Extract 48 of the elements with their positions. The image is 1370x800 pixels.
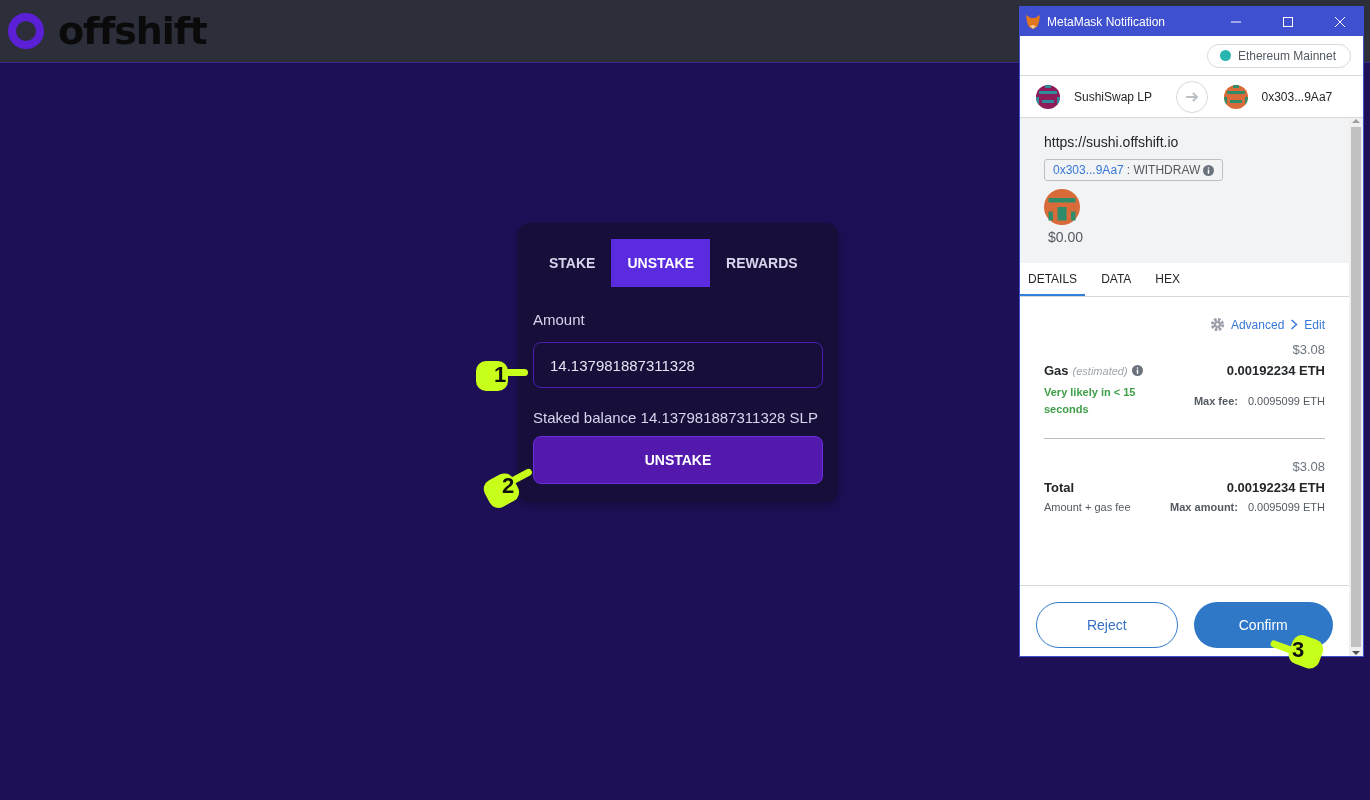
gas-fiat: $3.08 [1291,342,1325,357]
max-amount-label: Max amount: [1170,501,1238,513]
amount-field[interactable]: 14.137981887311328 [533,342,823,388]
recipient-address: 0x303...9Aa7 [1261,89,1333,104]
speed-estimate: Very likely in < 15 seconds [1044,385,1137,417]
method-name: : WITHDRAW [1126,163,1201,177]
tab[interactable]: HEX [1147,263,1189,296]
account-avatar-icon [1036,84,1060,109]
token-avatar-icon [1044,189,1080,225]
amount-value: $0.00 [1048,229,1084,245]
scroll-down-icon[interactable] [1352,650,1360,656]
estimated-note: (estimated) [1072,364,1128,377]
edit-link[interactable]: Edit [1304,317,1325,332]
tab[interactable]: UNSTAKE [611,239,711,287]
contract-link[interactable]: 0x303...9Aa7 [1053,163,1124,177]
max-fee-label: Max fee: [1193,395,1238,407]
gas-eth: 0.00192234 ETH [1225,363,1325,378]
gear-icon [1209,317,1225,332]
contract-avatar-icon [1223,84,1248,109]
scrollbar[interactable] [1349,118,1363,656]
network-selector[interactable]: Ethereum Mainnet [1206,43,1351,68]
max-fee-value: 0.0095099 ETH [1247,395,1325,407]
tab[interactable]: REWARDS [710,239,814,287]
info-icon [1203,164,1215,176]
scroll-up-icon[interactable] [1352,118,1360,124]
reject-button[interactable]: Reject [1036,602,1178,648]
advanced-link[interactable]: Advanced [1230,317,1285,332]
sender-name: SushiSwap LP [1074,89,1153,104]
window-title: MetaMask Notification [1047,14,1167,29]
tab[interactable]: DATA [1093,263,1140,296]
total-note: Amount + gas fee [1044,501,1132,513]
total-fiat: $3.08 [1291,459,1325,474]
total-label: Total [1044,480,1076,495]
tab[interactable]: DETAILS [1020,263,1086,296]
chevron-right-icon [1290,319,1299,330]
total-eth: 0.00192234 ETH [1225,480,1325,495]
tab[interactable]: STAKE [533,239,612,287]
gas-label: Gas [1044,363,1069,378]
origin-url: https://sushi.offshift.io [1044,134,1179,150]
amount-label: Amount [533,311,586,328]
max-amount-value: 0.0095099 ETH [1247,501,1325,513]
unstake-button[interactable]: UNSTAKE [533,436,823,484]
maximize-icon [1282,15,1294,28]
fox-icon [1025,13,1041,30]
ring-logo-icon [6,11,46,51]
info-icon [1131,365,1143,376]
close-icon [1334,15,1346,28]
staked-balance-text: Staked balance 14.137981887311328 SLP [533,409,819,426]
